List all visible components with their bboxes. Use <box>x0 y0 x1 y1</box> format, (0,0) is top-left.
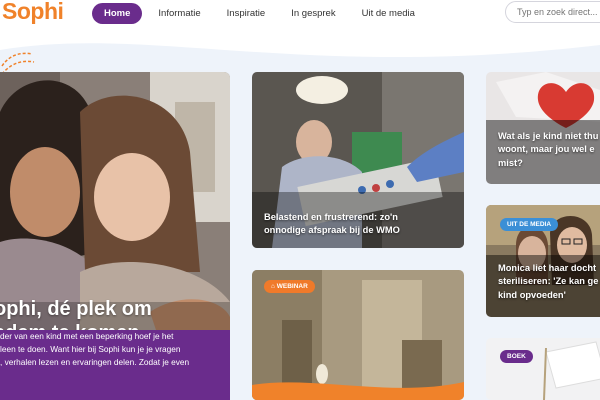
nav-item-uit-de-media[interactable]: Uit de media <box>352 4 425 23</box>
article-card-boek[interactable]: BOEK <box>486 338 600 400</box>
article-photo-boek <box>486 338 600 400</box>
nav-item-inspiratie[interactable]: Inspiratie <box>217 4 276 23</box>
site-header: Sophi Home Informatie Inspiratie In gesp… <box>0 0 600 30</box>
article-card-webinar[interactable]: ⌂ WEBINAR <box>252 270 464 400</box>
article-card-wmo[interactable]: Belastend en frustrerend: zo'n onnodige … <box>252 72 464 248</box>
article-title: Monica liet haar docht steriliseren: 'Ze… <box>498 263 599 300</box>
category-badge: UIT DE MEDIA <box>500 218 559 231</box>
main-nav: Home Informatie Inspiratie In gesprek Ui… <box>92 3 431 24</box>
article-title: Belastend en frustrerend: zo'n onnodige … <box>264 212 400 236</box>
category-badge: ⌂ WEBINAR <box>264 280 315 293</box>
article-card-kind-niet-thuis[interactable]: Wat als je kind niet thu woont, maar jou… <box>486 72 600 184</box>
sophi-logo[interactable]: Sophi <box>2 0 64 25</box>
article-card-monica[interactable]: UIT DE MEDIA Monica liet haar docht ster… <box>486 205 600 317</box>
article-title: Wat als je kind niet thu woont, maar jou… <box>498 131 599 168</box>
nav-item-home[interactable]: Home <box>92 3 143 24</box>
hero-intro-text: der van een kind met een beperking hoef … <box>0 330 230 400</box>
nav-item-informatie[interactable]: Informatie <box>148 4 210 23</box>
nav-item-in-gesprek[interactable]: In gesprek <box>281 4 345 23</box>
search-input[interactable] <box>505 1 600 23</box>
category-badge: BOEK <box>500 350 533 363</box>
webinar-icon: ⌂ <box>271 283 275 290</box>
